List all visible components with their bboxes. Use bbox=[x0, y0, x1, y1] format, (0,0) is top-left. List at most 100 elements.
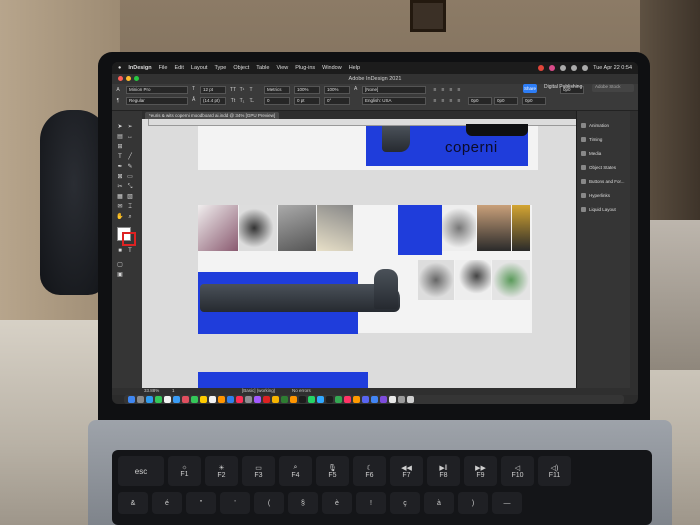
wifi-icon[interactable] bbox=[571, 65, 578, 71]
menu-file[interactable]: File bbox=[159, 65, 168, 71]
mail-icon[interactable] bbox=[173, 396, 180, 403]
downloads-icon[interactable] bbox=[398, 396, 405, 403]
stroke-swatch[interactable] bbox=[122, 232, 136, 246]
sole-photo-1[interactable] bbox=[418, 260, 454, 300]
key-4[interactable]: ' bbox=[220, 492, 250, 514]
f10-key[interactable]: ◁ F10 bbox=[501, 456, 534, 486]
footprints-photo-3[interactable] bbox=[455, 260, 491, 300]
finder-icon[interactable] bbox=[128, 396, 135, 403]
scissors-tool-icon[interactable]: ✂ bbox=[116, 183, 124, 191]
normal-view-icon[interactable]: ▢ bbox=[116, 261, 124, 269]
calendar-icon[interactable] bbox=[182, 396, 189, 403]
skew-field[interactable]: 0° bbox=[324, 97, 350, 105]
panel-hyperlinks[interactable]: Hyperlinks bbox=[581, 193, 610, 198]
key-6[interactable]: § bbox=[288, 492, 318, 514]
podcasts-icon[interactable] bbox=[254, 396, 261, 403]
messages-icon[interactable] bbox=[155, 396, 162, 403]
justify-center-icon[interactable]: ≡ bbox=[440, 98, 446, 104]
align-right-icon[interactable]: ≡ bbox=[448, 87, 454, 93]
menu-help[interactable]: Help bbox=[349, 65, 360, 71]
safari-icon[interactable] bbox=[146, 396, 153, 403]
f4-key[interactable]: ⌕ F4 bbox=[279, 456, 312, 486]
key-9[interactable]: ç bbox=[390, 492, 420, 514]
font-family-field[interactable]: Minion Pro bbox=[126, 86, 188, 94]
key-3[interactable]: " bbox=[186, 492, 216, 514]
rectangle-tool-icon[interactable]: ▭ bbox=[126, 173, 134, 181]
menu-type[interactable]: Type bbox=[214, 65, 226, 71]
esc-key[interactable]: esc bbox=[118, 456, 164, 486]
menu-plugins[interactable]: Plug-ins bbox=[295, 65, 315, 71]
subscript-button[interactable]: T₁ bbox=[239, 98, 245, 104]
superscript-button[interactable]: T¹ bbox=[239, 87, 245, 93]
system-settings-icon[interactable] bbox=[245, 396, 252, 403]
justify-all-icon[interactable]: ≡ bbox=[448, 98, 454, 104]
baseline-shift-field[interactable]: 0 pt bbox=[294, 97, 320, 105]
f6-key[interactable]: ☾ F6 bbox=[353, 456, 386, 486]
left-indent-field[interactable]: 0p0 bbox=[468, 97, 492, 105]
f9-key[interactable]: ▶▶ F9 bbox=[464, 456, 497, 486]
line-tool-icon[interactable]: ╱ bbox=[126, 153, 134, 161]
panel-animation[interactable]: Animation bbox=[581, 123, 609, 128]
f1-key[interactable]: ☼ F1 bbox=[168, 456, 201, 486]
menu-window[interactable]: Window bbox=[322, 65, 342, 71]
f5-key[interactable]: 🎙 F5 bbox=[316, 456, 349, 486]
justify-icon[interactable]: ≡ bbox=[456, 87, 462, 93]
rectangle-frame-tool-icon[interactable]: ⊠ bbox=[116, 173, 124, 181]
underline-button[interactable]: T bbox=[248, 87, 254, 93]
panel-buttons-forms[interactable]: Buttons and For... bbox=[581, 179, 625, 184]
photos-icon[interactable] bbox=[164, 396, 171, 403]
font-size-field[interactable]: 12 pt bbox=[200, 86, 226, 94]
align-center-icon[interactable]: ≡ bbox=[440, 87, 446, 93]
preflight-status[interactable]: No errors bbox=[292, 388, 311, 393]
font-style-field[interactable]: Regular bbox=[126, 97, 188, 105]
menu-edit[interactable]: Edit bbox=[174, 65, 183, 71]
tracking-field[interactable]: 0 bbox=[264, 97, 290, 105]
panel-timing[interactable]: Timing bbox=[581, 137, 602, 142]
apply-color-icon[interactable]: ■ bbox=[116, 247, 124, 255]
minimize-window-icon[interactable] bbox=[126, 76, 131, 81]
keynote-icon[interactable] bbox=[290, 396, 297, 403]
key-5[interactable]: ( bbox=[254, 492, 284, 514]
app-status-icon[interactable] bbox=[549, 65, 556, 71]
content-collector-icon[interactable]: ⊞ bbox=[116, 143, 124, 151]
trash-icon[interactable] bbox=[407, 396, 414, 403]
boot-shaft-photo[interactable] bbox=[374, 269, 398, 309]
menu-object[interactable]: Object bbox=[233, 65, 249, 71]
top-boot-image[interactable] bbox=[382, 126, 410, 152]
character-style-field[interactable]: [None] bbox=[362, 86, 426, 94]
coperni-headline[interactable]: coperni bbox=[445, 139, 498, 156]
key-1[interactable]: & bbox=[118, 492, 148, 514]
chrome-icon[interactable] bbox=[371, 396, 378, 403]
shoe-photo-1[interactable] bbox=[198, 205, 238, 251]
creative-cloud-icon[interactable] bbox=[538, 65, 545, 71]
close-window-icon[interactable] bbox=[118, 76, 123, 81]
free-transform-tool-icon[interactable]: ⤡ bbox=[126, 183, 134, 191]
facetime-icon[interactable] bbox=[191, 396, 198, 403]
news-icon[interactable] bbox=[263, 396, 270, 403]
key-8[interactable]: ! bbox=[356, 492, 386, 514]
gradient-tool-icon[interactable]: ▦ bbox=[116, 193, 124, 201]
footprint-photo-1[interactable] bbox=[239, 205, 277, 251]
right-blue-block[interactable] bbox=[398, 205, 442, 255]
paragraph-mode-icon[interactable]: ¶ bbox=[115, 98, 121, 104]
whatsapp-icon[interactable] bbox=[308, 396, 315, 403]
books-icon[interactable] bbox=[218, 396, 225, 403]
discord-icon[interactable] bbox=[362, 396, 369, 403]
screen-mode-icon[interactable]: ▣ bbox=[116, 271, 124, 279]
first-line-indent-field[interactable]: 0p0 bbox=[494, 97, 518, 105]
notes-icon[interactable] bbox=[200, 396, 207, 403]
language-field[interactable]: English: USA bbox=[362, 97, 426, 105]
preview-icon[interactable] bbox=[389, 396, 396, 403]
horizontal-scale-field[interactable]: 100% bbox=[294, 86, 320, 94]
align-left-icon[interactable]: ≡ bbox=[432, 87, 438, 93]
panel-media[interactable]: Media bbox=[581, 151, 601, 156]
character-mode-icon[interactable]: A bbox=[115, 87, 121, 93]
gradient-feather-tool-icon[interactable]: ▧ bbox=[126, 193, 134, 201]
menu-view[interactable]: View bbox=[276, 65, 288, 71]
eyedropper-tool-icon[interactable]: ⌶ bbox=[126, 203, 134, 211]
zoom-tool-icon[interactable]: ⌕ bbox=[126, 213, 134, 221]
note-tool-icon[interactable]: ✉ bbox=[116, 203, 124, 211]
f8-key[interactable]: ▶‖ F8 bbox=[427, 456, 460, 486]
direct-selection-tool-icon[interactable]: ➢ bbox=[126, 123, 134, 131]
bottom-blue-block[interactable] bbox=[198, 372, 368, 388]
